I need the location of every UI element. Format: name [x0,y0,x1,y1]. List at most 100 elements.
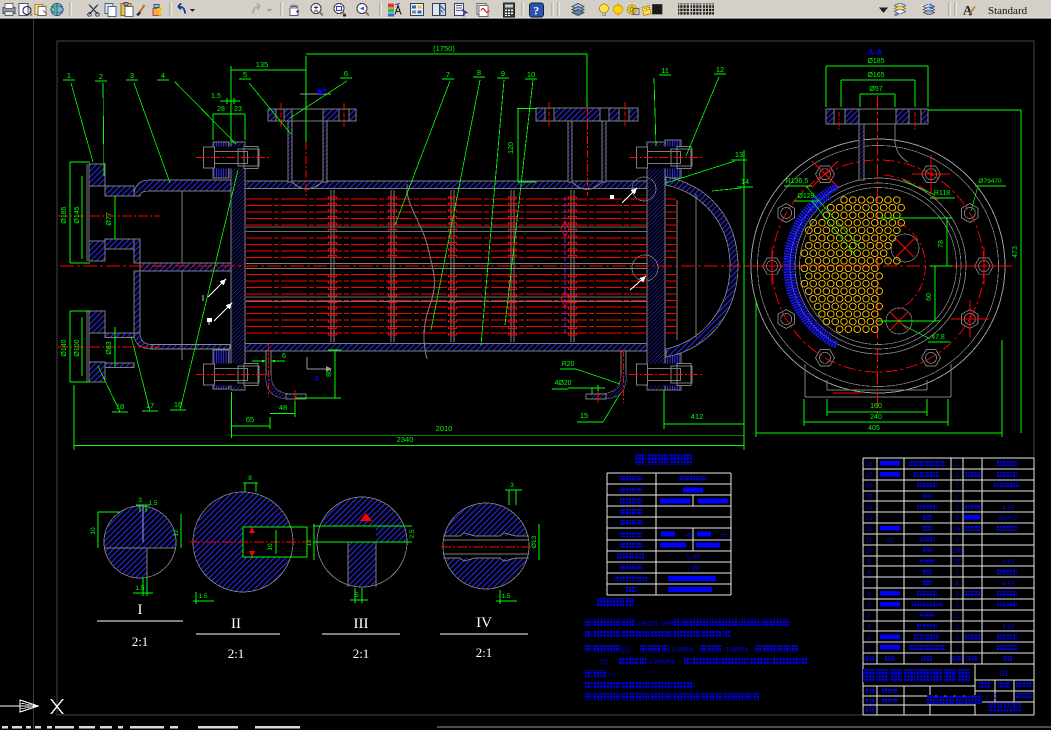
svg-text:13: 13 [865,515,873,522]
svg-text:9: 9 [867,559,871,566]
svg-text:1.85MPa: 1.85MPa [649,659,675,666]
svg-text:17: 17 [865,472,873,479]
svg-text:4Ø20: 4Ø20 [554,380,571,387]
svg-text:01: 01 [1000,669,1009,678]
svg-text:10: 10 [865,548,873,555]
svg-text:1.5: 1.5 [135,585,144,592]
svg-text:8: 8 [248,475,252,482]
svg-text:II: II [231,616,241,632]
svg-text:3: 3 [510,482,514,489]
svg-text:4 ±3: 4 ±3 [1002,581,1014,587]
svg-text:14: 14 [741,177,749,186]
svg-text:12: 12 [173,529,180,537]
svg-text:A: A [314,376,319,383]
svg-text:2:1: 2:1 [476,645,493,660]
svg-text:11: 11 [661,66,669,75]
svg-text:12: 12 [716,65,724,74]
svg-text:2.5: 2.5 [409,529,416,538]
svg-text:1.5: 1.5 [501,593,510,600]
svg-text:28: 28 [217,106,225,113]
svg-text:473: 473 [1012,246,1019,258]
svg-text:Ø79470: Ø79470 [978,178,1002,185]
svg-text:1.5: 1.5 [148,500,157,507]
svg-text:9: 9 [501,69,505,78]
svg-text:10: 10 [527,70,535,79]
svg-text:18: 18 [865,461,873,468]
svg-text:160: 160 [870,403,882,410]
svg-text:IV: IV [476,615,492,631]
svg-text:A: A [963,3,973,18]
svg-text:24: 24 [953,526,961,533]
svg-text:Ø24×2: Ø24×2 [999,516,1018,522]
svg-text:23: 23 [234,106,242,113]
svg-text:2: 2 [955,602,959,609]
svg-text:4: 4 [867,613,871,620]
svg-text:R136.5: R136.5 [786,178,809,185]
svg-text:10: 10 [267,543,274,551]
svg-text:0.65: 0.65 [687,554,700,561]
svg-text:1: 1 [955,472,959,479]
svg-text:R20: R20 [562,361,575,368]
svg-text:1: 1 [955,613,959,620]
svg-text:1 : 2: 1 : 2 [985,695,997,701]
svg-text:(2).: (2). [600,659,610,666]
svg-text:14: 14 [865,504,873,511]
svg-text:1.5: 1.5 [211,93,221,100]
svg-text:Ø145: Ø145 [74,206,81,223]
svg-text:6: 6 [867,591,871,598]
svg-text:3: 3 [867,624,871,631]
svg-text:7: 7 [446,70,450,79]
svg-text:1.6MPa: 1.6MPa [726,647,749,654]
svg-text:1: 1 [955,634,959,641]
svg-text:III: III [354,616,369,632]
svg-text:2:1: 2:1 [228,646,245,661]
svg-text:1: 1 [955,483,959,490]
svg-text:4 ±3: 4 ±3 [1002,505,1014,511]
svg-text:Ø185: Ø185 [867,58,884,65]
svg-text:?: ? [533,4,539,18]
svg-text:Ø77: Ø77 [106,212,113,225]
svg-text:3: 3 [130,71,134,80]
svg-text:1 (N): 1 (N) [686,565,700,572]
svg-text:Ø129: Ø129 [797,193,814,200]
svg-text:405: 405 [868,425,880,432]
svg-text:138: 138 [952,548,963,555]
svg-text:I: I [202,294,204,303]
svg-text:16: 16 [865,483,873,490]
svg-text:5: 5 [355,592,359,599]
svg-text:1: 1 [955,624,959,631]
svg-text:2: 2 [867,634,871,641]
svg-text:2: 2 [955,494,959,501]
svg-text:(1750): (1750) [433,44,455,53]
svg-text:17: 17 [146,401,154,410]
svg-text:4 ±3: 4 ±3 [1002,560,1014,566]
svg-text:1: 1 [955,645,959,652]
svg-text:02: 02 [886,537,894,544]
svg-text:120: 120 [508,142,515,154]
svg-text:78: 78 [938,240,945,248]
svg-text:412: 412 [691,412,704,421]
svg-text:Ø140: Ø140 [61,339,68,356]
svg-text:2: 2 [99,72,103,81]
svg-text:+5: +5 [720,533,728,539]
svg-text:R118: R118 [934,190,950,197]
svg-text:1: 1 [955,537,959,544]
svg-text:A-A: A-A [868,48,882,57]
svg-text:2:1: 2:1 [353,646,370,661]
svg-text:13: 13 [735,150,743,159]
svg-text:60: 60 [926,293,933,301]
svg-text:2: 2 [955,591,959,598]
svg-text:15: 15 [953,559,961,566]
svg-text:A: A [322,87,327,94]
svg-text:4: 4 [955,580,959,587]
svg-text:47.8: 47.8 [931,334,945,341]
svg-text:2: 2 [955,515,959,522]
svg-text:1: 1 [867,645,871,652]
svg-text:1: 1 [955,569,959,576]
svg-text:4: 4 [161,71,165,80]
svg-text:135: 135 [256,60,269,69]
svg-text:(1).: (1). [622,647,632,654]
svg-text:Ø100: Ø100 [74,339,81,356]
svg-text:8: 8 [477,68,481,77]
svg-text:240: 240 [870,414,882,421]
